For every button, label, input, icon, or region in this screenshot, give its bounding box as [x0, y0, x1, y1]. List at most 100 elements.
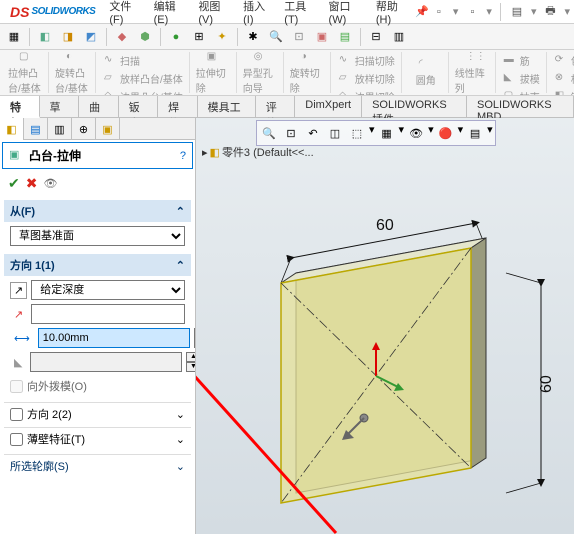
tool6-icon[interactable]: ● [166, 27, 186, 47]
draft-outward-checkbox[interactable] [10, 380, 23, 393]
tool3-icon[interactable]: ◩ [81, 27, 101, 47]
pin-icon[interactable]: 📌 [415, 4, 429, 20]
tool9-icon[interactable]: ✱ [243, 27, 263, 47]
tab-sketch[interactable]: 草图 [40, 96, 80, 117]
depth-spin-up[interactable]: ▲ [194, 328, 195, 338]
open-doc-icon[interactable]: ▫ [464, 4, 480, 20]
tool5-icon[interactable]: ⬢ [135, 27, 155, 47]
thin-feature-checkbox[interactable] [10, 433, 23, 446]
panel-tab-4[interactable]: ⊕ [72, 118, 96, 140]
menu-tools[interactable]: 工具(T) [278, 0, 320, 29]
section-thin[interactable]: 薄壁特征(T) ⌄ [4, 427, 191, 450]
cube-icon: ◧ [6, 123, 16, 136]
cmd-extrude-cut[interactable]: ▣拉伸切除 [196, 51, 232, 95]
draft-spin-up[interactable]: ▲ [186, 352, 195, 362]
tab-dimxpert[interactable]: DimXpert [295, 96, 362, 117]
cmd-shell[interactable]: ▢抽壳 [502, 88, 542, 96]
panel-tab-display[interactable]: ▥ [48, 118, 72, 140]
cmd-boundary[interactable]: ◇边界凸台/基体 [102, 88, 185, 96]
expand-icon: ⌄ [176, 408, 185, 421]
cmd-loft-cut[interactable]: ▱放样切除 [337, 70, 397, 87]
tool15-icon[interactable]: ▥ [389, 27, 409, 47]
section-contours[interactable]: 所选轮廓(S)⌄ [4, 454, 191, 477]
print-icon[interactable]: 🖶 [542, 4, 558, 20]
menu-edit[interactable]: 编辑(E) [148, 0, 191, 29]
cmd-sweep[interactable]: ∿扫描 [102, 52, 185, 69]
graphics-area[interactable]: 🔍 ⊡ ↶ ◫ ⬚▾ ▦▾ 👁▾ 🔴▾ ▤▾ ▸ ◧ 零件3 (Default<… [196, 118, 574, 534]
direction-vector-field[interactable] [31, 304, 185, 324]
section-from[interactable]: 从(F)⌃ [4, 200, 191, 222]
section-direction1[interactable]: 方向 1(1)⌃ [4, 254, 191, 276]
reverse-direction-icon[interactable]: ↗ [10, 282, 27, 299]
rebuild-icon[interactable]: ▦ [4, 27, 24, 47]
menu-help[interactable]: 帮助(H) [370, 0, 413, 29]
new-doc-icon[interactable]: ▫ [431, 4, 447, 20]
depth-input[interactable] [38, 328, 190, 348]
folder-icon: ▣ [102, 123, 112, 136]
draft-angle-field[interactable] [30, 352, 182, 372]
panel-tab-5[interactable]: ▣ [96, 118, 120, 140]
feature-title: 凸台-拉伸 [29, 147, 180, 164]
panel-tab-config[interactable]: ▤ [24, 118, 48, 140]
collapse-icon: ⌃ [176, 205, 185, 218]
cmd-sweep-cut[interactable]: ∿扫描切除 [337, 52, 397, 69]
cmd-mirror[interactable]: ◧镜向 [553, 88, 574, 96]
direction-vector-icon[interactable]: ↗ [10, 308, 27, 321]
end-condition-select[interactable]: 给定深度 [31, 280, 185, 300]
tab-surface[interactable]: 曲面 [79, 96, 119, 117]
tool8-icon[interactable]: ✦ [212, 27, 232, 47]
cmd-wrap[interactable]: ⟳包覆 [553, 52, 574, 69]
depth-spin-down[interactable]: ▼ [194, 338, 195, 348]
panel-tab-feature[interactable]: ◧ [0, 118, 24, 140]
section-direction2[interactable]: 方向 2(2) ⌄ [4, 402, 191, 425]
tool13-icon[interactable]: ▤ [335, 27, 355, 47]
tab-swmbd[interactable]: SOLIDWORKS MBD [467, 96, 574, 117]
cmd-boundary-cut[interactable]: ◇边界切除 [337, 88, 397, 96]
direction2-checkbox[interactable] [10, 408, 23, 421]
cmd-loft[interactable]: ▱放样凸台/基体 [102, 70, 185, 87]
tool14-icon[interactable]: ⊟ [366, 27, 386, 47]
draft-spin-down[interactable]: ▼ [186, 362, 195, 372]
help-icon[interactable]: ? [180, 150, 186, 162]
cmd-rib[interactable]: ▬筋 [502, 52, 542, 69]
cmd-revolve-boss[interactable]: ◐旋转凸台/基体 [55, 51, 91, 95]
menu-view[interactable]: 视图(V) [192, 0, 235, 29]
save-icon[interactable]: ▤ [509, 4, 525, 20]
dim-right-value: 60 [538, 375, 555, 393]
tool12-icon[interactable]: ▣ [312, 27, 332, 47]
tab-sheetmetal[interactable]: 钣金 [119, 96, 159, 117]
cmd-revolve-cut[interactable]: ◑旋转切除 [290, 51, 326, 95]
tool4-icon[interactable]: ◆ [112, 27, 132, 47]
tab-feature[interactable]: 特征 [0, 96, 40, 118]
tab-evaluate[interactable]: 评估 [256, 96, 296, 117]
extrude-side-face [471, 238, 486, 468]
from-plane-select[interactable]: 草图基准面 [10, 226, 185, 246]
tool1-icon[interactable]: ◧ [35, 27, 55, 47]
tool11-icon[interactable]: ⊡ [289, 27, 309, 47]
cmd-pattern[interactable]: ⋮⋮线性阵列 [455, 51, 491, 95]
ok-button[interactable]: ✔ [8, 175, 20, 192]
ds-logo-icon: DS [10, 4, 29, 20]
tab-weldment[interactable]: 焊件 [158, 96, 198, 117]
tool2-icon[interactable]: ◨ [58, 27, 78, 47]
property-manager: ◧ ▤ ▥ ⊕ ▣ ▣ 凸台-拉伸 ? ✔ ✖ 👁 从(F)⌃ 草图基准面 [0, 118, 196, 534]
menu-file[interactable]: 文件(F) [103, 0, 145, 29]
cmd-fillet[interactable]: ◜圆角 [408, 58, 444, 87]
tab-moldtools[interactable]: 模具工具 [198, 96, 256, 117]
tool7-icon[interactable]: ⊞ [189, 27, 209, 47]
tab-swaddins[interactable]: SOLIDWORKS 插件 [362, 96, 467, 117]
cmd-hole-wizard[interactable]: ◎异型孔向导 [243, 51, 279, 95]
feature-header: ▣ 凸台-拉伸 ? [2, 142, 193, 169]
command-ribbon: ▢拉伸凸台/基体 ◐旋转凸台/基体 ∿扫描 ▱放样凸台/基体 ◇边界凸台/基体 … [0, 50, 574, 96]
cancel-button[interactable]: ✖ [26, 175, 38, 192]
cmd-intersect[interactable]: ⊗相交 [553, 70, 574, 87]
menu-bar: DS SOLIDWORKS 文件(F) 编辑(E) 视图(V) 插入(I) 工具… [0, 0, 574, 24]
draft-icon[interactable]: ◣ [10, 356, 26, 369]
cmd-extrude-boss[interactable]: ▢拉伸凸台/基体 [8, 51, 44, 95]
menu-window[interactable]: 窗口(W) [323, 0, 368, 29]
tool10-icon[interactable]: 🔍 [266, 27, 286, 47]
preview-icon[interactable]: 👁 [43, 177, 57, 190]
menu-insert[interactable]: 插入(I) [237, 0, 276, 29]
model-view[interactable]: 60 60 [196, 118, 574, 534]
cmd-draft[interactable]: ◣拔模 [502, 70, 542, 87]
